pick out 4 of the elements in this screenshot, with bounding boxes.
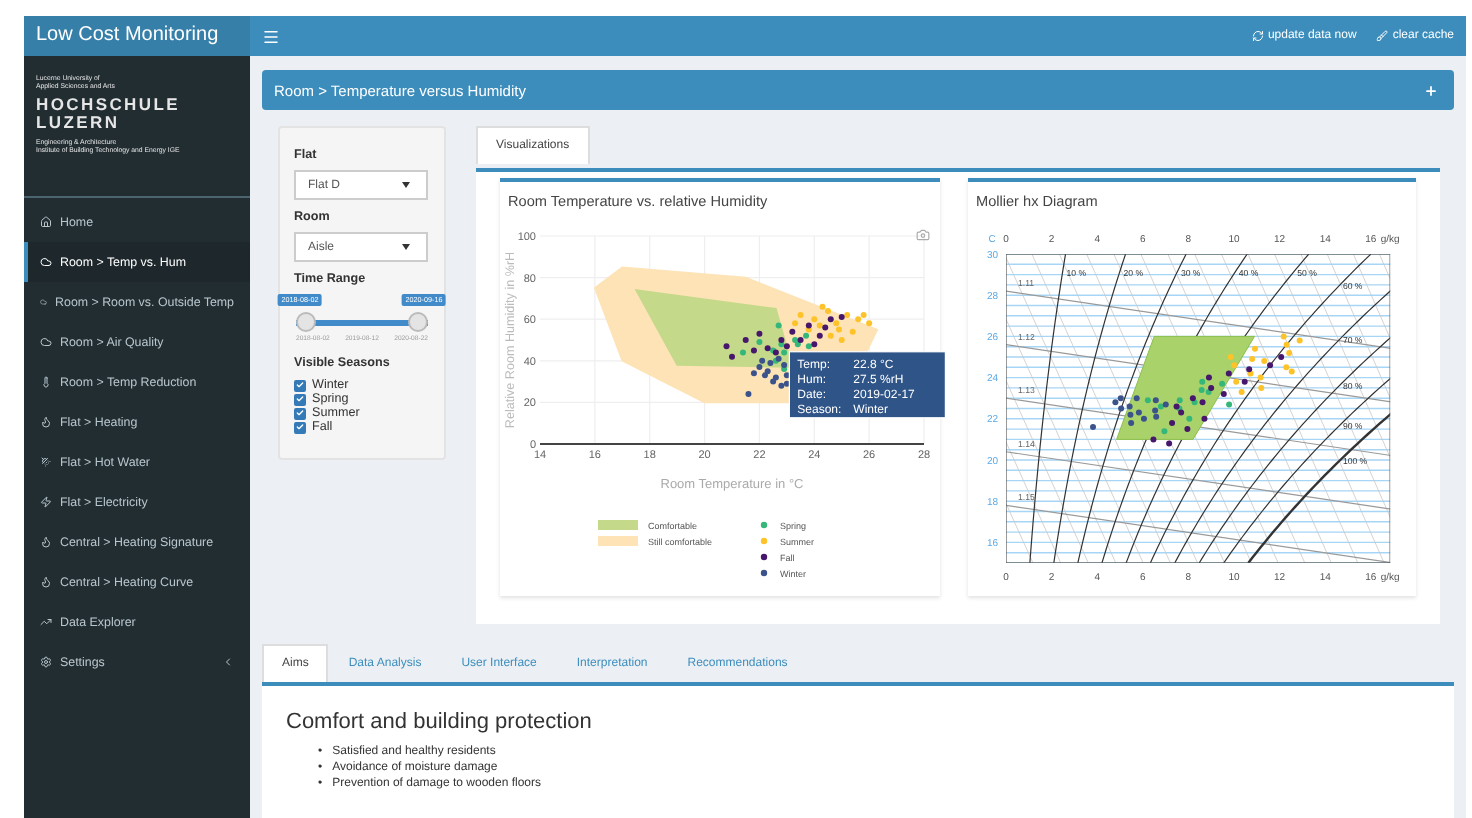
app-title: Low Cost Monitoring: [24, 16, 250, 56]
section-heading: Comfort and building protection: [286, 710, 594, 734]
brand-name: LUZERN: [36, 114, 122, 132]
brand-name: HOCHSCHULE: [36, 96, 182, 114]
